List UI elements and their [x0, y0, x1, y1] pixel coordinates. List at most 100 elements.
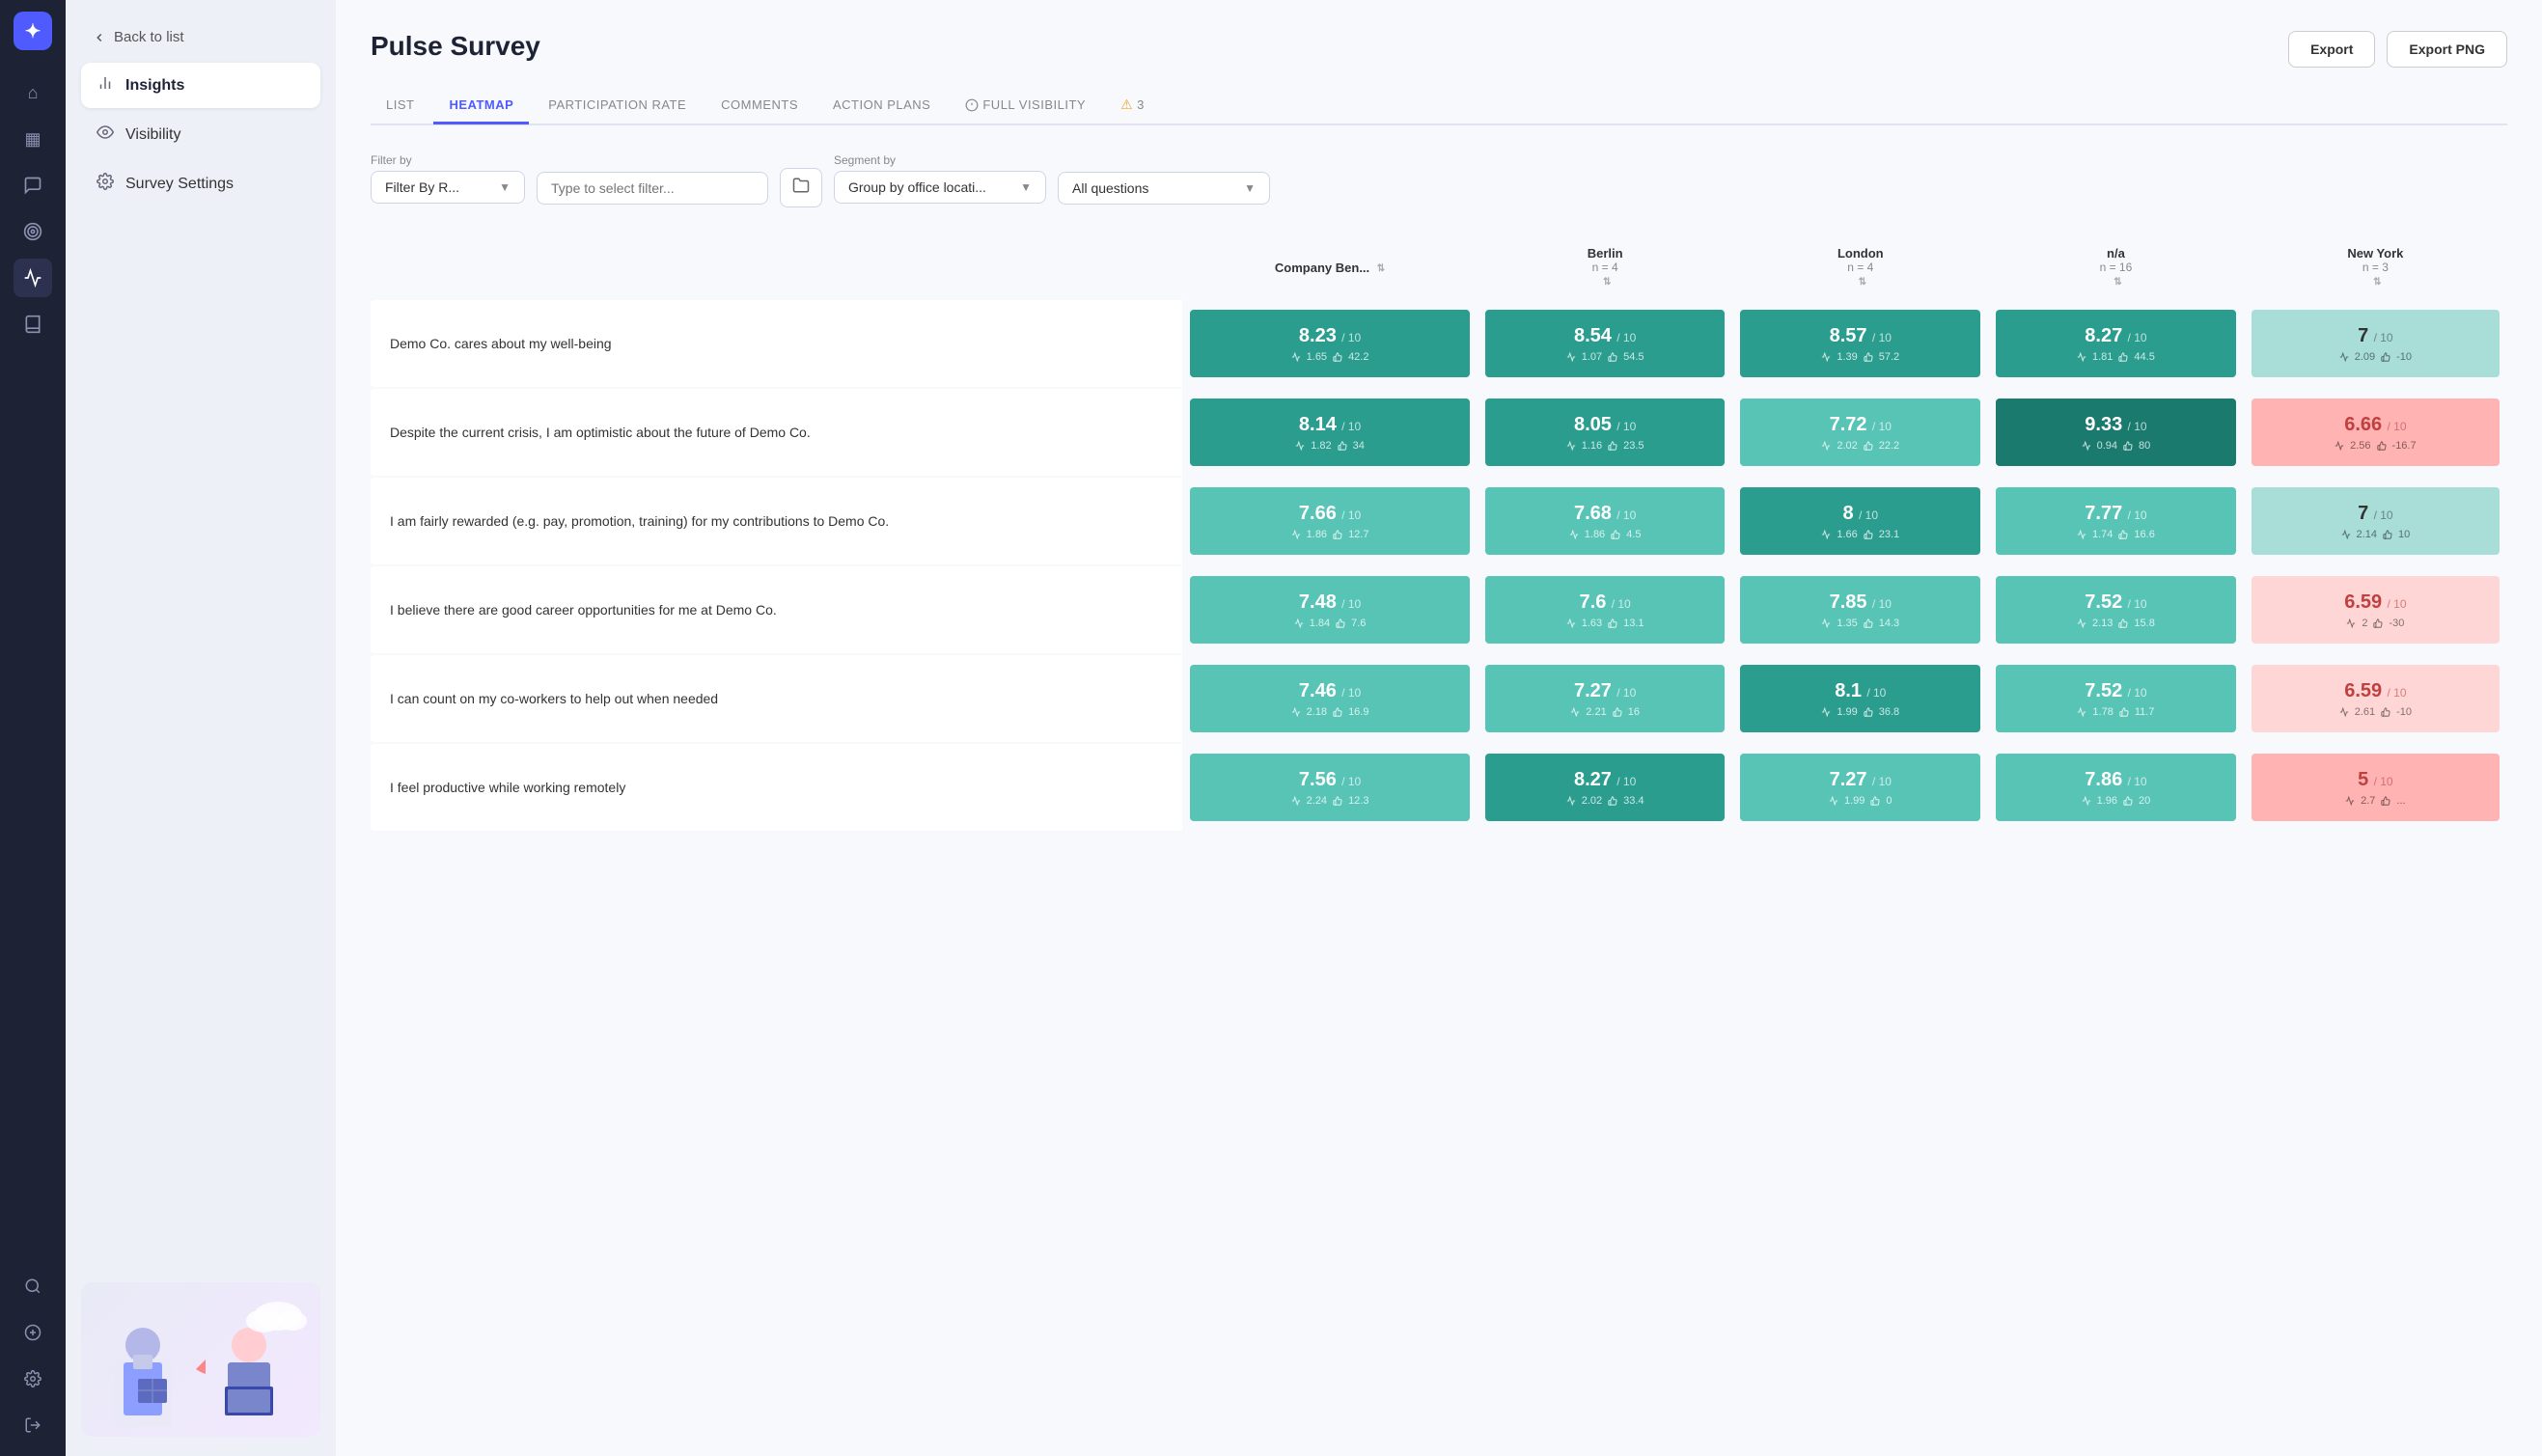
tab-action-plans[interactable]: ACTION PLANS [817, 88, 946, 124]
score-cell[interactable]: 7.52 / 10 1.78 11.7 [1988, 655, 2244, 742]
back-label: Back to list [114, 29, 184, 45]
table-row[interactable]: I believe there are good career opportun… [371, 566, 2507, 653]
like-value: ... [2396, 795, 2405, 807]
visibility-icon [97, 124, 114, 146]
chevron-down-icon-3: ▼ [1244, 181, 1256, 195]
table-row[interactable]: I am fairly rewarded (e.g. pay, promotio… [371, 478, 2507, 564]
col-header-na[interactable]: n/a n = 16 ⇅ [1988, 236, 2244, 298]
table-row[interactable]: I can count on my co-workers to help out… [371, 655, 2507, 742]
tab-comments[interactable]: COMMENTS [705, 88, 814, 124]
all-questions-select[interactable]: All questions ▼ [1058, 172, 1270, 205]
sidebar-item-survey-settings[interactable]: Survey Settings [81, 161, 320, 206]
score-cell[interactable]: 6.66 / 10 2.56 -16.7 [2244, 389, 2507, 476]
filter-by-select[interactable]: Filter By R... ▼ [371, 171, 525, 204]
score-cell[interactable]: 7.27 / 10 2.21 16 [1478, 655, 1733, 742]
nav-calendar[interactable]: ▦ [14, 120, 52, 158]
like-value: -10 [2396, 706, 2412, 718]
segment-by-select[interactable]: Group by office locati... ▼ [834, 171, 1046, 204]
score-cell[interactable]: 7.48 / 10 1.84 7.6 [1182, 566, 1478, 653]
score-cell[interactable]: 8.23 / 10 1.65 42.2 [1182, 300, 1478, 387]
score-value: 6.66 [2344, 414, 2382, 436]
sort-icon-5: ⇅ [2373, 277, 2381, 288]
like-value: 16 [1628, 706, 1640, 718]
score-cell[interactable]: 8.54 / 10 1.07 54.5 [1478, 300, 1733, 387]
score-cell[interactable]: 7.68 / 10 1.86 4.5 [1478, 478, 1733, 564]
score-cell[interactable]: 8.05 / 10 1.16 23.5 [1478, 389, 1733, 476]
score-denom: / 10 [1614, 775, 1636, 788]
score-cell[interactable]: 8.27 / 10 1.81 44.5 [1988, 300, 2244, 387]
score-cell[interactable]: 7.27 / 10 1.99 0 [1732, 744, 1988, 831]
nav-search[interactable] [14, 1267, 52, 1305]
export-button[interactable]: Export [2288, 31, 2375, 68]
col-header-berlin[interactable]: Berlin n = 4 ⇅ [1478, 236, 1733, 298]
score-cell[interactable]: 7.77 / 10 1.74 16.6 [1988, 478, 2244, 564]
nav-chat[interactable] [14, 166, 52, 205]
score-cell[interactable]: 9.33 / 10 0.94 80 [1988, 389, 2244, 476]
sidebar-item-insights[interactable]: Insights [81, 63, 320, 108]
table-row[interactable]: I feel productive while working remotely… [371, 744, 2507, 831]
std-icon [1821, 707, 1831, 717]
tab-participation-rate[interactable]: PARTICIPATION RATE [533, 88, 702, 124]
nav-home[interactable]: ⌂ [14, 73, 52, 112]
col-header-newyork[interactable]: New York n = 3 ⇅ [2244, 236, 2507, 298]
like-value: 44.5 [2134, 351, 2154, 363]
like-value: 13.1 [1623, 618, 1644, 629]
score-cell[interactable]: 7.86 / 10 1.96 20 [1988, 744, 2244, 831]
score-cell[interactable]: 7.52 / 10 2.13 15.8 [1988, 566, 2244, 653]
filter-type-input[interactable] [537, 172, 768, 205]
score-cell[interactable]: 7 / 10 2.09 -10 [2244, 300, 2507, 387]
col-header-company[interactable]: Company Ben... ⇅ [1182, 236, 1478, 298]
col-header-london[interactable]: London n = 4 ⇅ [1732, 236, 1988, 298]
score-cell[interactable]: 5 / 10 2.7 ... [2244, 744, 2507, 831]
score-cell[interactable]: 8.57 / 10 1.39 57.2 [1732, 300, 1988, 387]
score-cell[interactable]: 7.85 / 10 1.35 14.3 [1732, 566, 1988, 653]
nav-logout[interactable] [14, 1406, 52, 1444]
tab-full-visibility[interactable]: FULL VISIBILITY [950, 88, 1101, 124]
back-to-list-button[interactable]: Back to list [81, 19, 320, 55]
tab-heatmap[interactable]: HEATMAP [433, 88, 529, 124]
score-cell[interactable]: 7 / 10 2.14 10 [2244, 478, 2507, 564]
like-value: 7.6 [1351, 618, 1366, 629]
like-icon [2119, 707, 2129, 717]
score-cell[interactable]: 7.56 / 10 2.24 12.3 [1182, 744, 1478, 831]
score-value: 8.27 [2085, 325, 2122, 347]
tab-list[interactable]: LIST [371, 88, 429, 124]
app-logo[interactable]: ✦ [14, 12, 52, 50]
score-cell[interactable]: 7.72 / 10 2.02 22.2 [1732, 389, 1988, 476]
warning-icon: ⚠ [1120, 96, 1133, 113]
score-cell[interactable]: 8.14 / 10 1.82 34 [1182, 389, 1478, 476]
filter-folder-button[interactable] [780, 168, 822, 207]
score-cell[interactable]: 6.59 / 10 2 -30 [2244, 566, 2507, 653]
score-cell[interactable]: 7.66 / 10 1.86 12.7 [1182, 478, 1478, 564]
score-denom: / 10 [1869, 597, 1892, 611]
like-value: 14.3 [1879, 618, 1899, 629]
score-denom: / 10 [1614, 508, 1636, 522]
score-denom: / 10 [1339, 597, 1361, 611]
sidebar-item-visibility[interactable]: Visibility [81, 112, 320, 157]
nav-settings[interactable] [14, 1360, 52, 1398]
std-value: 1.99 [1844, 795, 1865, 807]
score-cell[interactable]: 8.1 / 10 1.99 36.8 [1732, 655, 1988, 742]
export-png-button[interactable]: Export PNG [2387, 31, 2507, 68]
score-cell[interactable]: 7.6 / 10 1.63 13.1 [1478, 566, 1733, 653]
score-value: 8.14 [1299, 414, 1337, 436]
like-icon [1613, 707, 1622, 717]
score-value: 8.54 [1574, 325, 1612, 347]
score-cell[interactable]: 8.27 / 10 2.02 33.4 [1478, 744, 1733, 831]
like-icon [1338, 441, 1347, 451]
std-icon [2339, 352, 2349, 362]
table-row[interactable]: Despite the current crisis, I am optimis… [371, 389, 2507, 476]
std-value: 1.74 [2092, 529, 2113, 540]
score-cell[interactable]: 6.59 / 10 2.61 -10 [2244, 655, 2507, 742]
score-cell[interactable]: 8 / 10 1.66 23.1 [1732, 478, 1988, 564]
like-icon [1333, 352, 1342, 362]
std-icon [2339, 707, 2349, 717]
nav-pulse[interactable] [14, 259, 52, 297]
tab-warning[interactable]: ⚠ 3 [1105, 87, 1160, 125]
score-cell[interactable]: 7.46 / 10 2.18 16.9 [1182, 655, 1478, 742]
std-value: 2.02 [1582, 795, 1602, 807]
nav-add[interactable] [14, 1313, 52, 1352]
nav-target[interactable] [14, 212, 52, 251]
table-row[interactable]: Demo Co. cares about my well-being8.23 /… [371, 300, 2507, 387]
nav-book[interactable] [14, 305, 52, 343]
